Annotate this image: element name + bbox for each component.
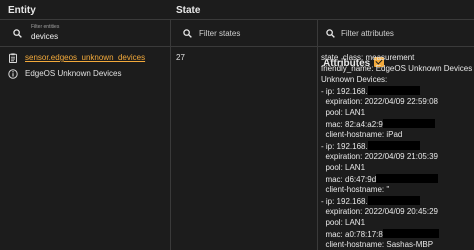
redaction-bar bbox=[367, 141, 420, 150]
attribute-line: client-hostname: '' bbox=[321, 185, 390, 194]
redaction-bar bbox=[367, 196, 420, 205]
attribute-line: - ip: 192.168. bbox=[321, 141, 420, 151]
column-divider bbox=[317, 20, 318, 250]
attribute-line: client-hostname: iPad bbox=[321, 130, 403, 139]
attribute-line: mac: 82:a4:a2:9 bbox=[321, 119, 435, 129]
filter-row: Filter entities devices Filter states Fi… bbox=[0, 20, 474, 47]
attribute-line: pool: LAN1 bbox=[321, 108, 366, 117]
redaction-bar bbox=[376, 174, 439, 183]
attribute-line: expiration: 2022/04/09 21:05:39 bbox=[321, 152, 438, 161]
column-divider bbox=[170, 20, 171, 250]
attribute-line: friendly_name: EdgeOS Unknown Devices bbox=[321, 64, 473, 73]
state-value: 27 bbox=[176, 53, 185, 62]
entity-id-link[interactable]: sensor.edgeos_unknown_devices bbox=[25, 53, 145, 62]
attribute-line: pool: LAN1 bbox=[321, 163, 366, 172]
entity-filter-field[interactable]: Filter entities devices bbox=[0, 20, 170, 47]
attributes-filter-field[interactable]: Filter attributes bbox=[318, 20, 474, 47]
redaction-bar bbox=[382, 119, 435, 128]
attribute-line: state_class: measurement bbox=[321, 53, 415, 62]
table-header: Entity State Attributes bbox=[0, 0, 474, 69]
state-filter-input[interactable]: Filter states bbox=[199, 29, 240, 38]
attribute-line: client-hostname: Sashas-MBP bbox=[321, 240, 434, 249]
attribute-line: - ip: 192.168. bbox=[321, 86, 420, 96]
entity-filter-label: Filter entities bbox=[31, 24, 60, 30]
attributes-filter-input[interactable]: Filter attributes bbox=[341, 29, 394, 38]
attribute-text: mac: d6:47:9d bbox=[321, 175, 377, 184]
search-icon bbox=[183, 29, 192, 38]
redaction-bar bbox=[367, 86, 420, 95]
column-header-entity[interactable]: Entity bbox=[8, 0, 36, 20]
redaction-bar bbox=[382, 229, 439, 238]
attribute-line: mac: d6:47:9d bbox=[321, 174, 439, 184]
attribute-text: - ip: 192.168. bbox=[321, 142, 368, 151]
attribute-text: - ip: 192.168. bbox=[321, 87, 368, 96]
attribute-text: mac: a0:78:17:8 bbox=[321, 230, 383, 239]
clipboard-icon[interactable] bbox=[8, 53, 18, 64]
state-filter-field[interactable]: Filter states bbox=[171, 20, 317, 47]
entity-filter-input[interactable]: devices bbox=[31, 32, 58, 41]
attribute-text: - ip: 192.168. bbox=[321, 197, 368, 206]
search-icon bbox=[326, 29, 335, 38]
attribute-line: - ip: 192.168. bbox=[321, 196, 420, 206]
search-icon bbox=[13, 29, 22, 38]
info-icon[interactable] bbox=[8, 69, 18, 79]
attribute-text: mac: 82:a4:a2:9 bbox=[321, 120, 383, 129]
column-header-state[interactable]: State bbox=[176, 0, 200, 20]
entity-friendly-name: EdgeOS Unknown Devices bbox=[25, 69, 122, 78]
attribute-line: expiration: 2022/04/09 20:45:29 bbox=[321, 207, 438, 216]
attribute-line: expiration: 2022/04/09 22:59:08 bbox=[321, 97, 438, 106]
attribute-line: Unknown Devices: bbox=[321, 75, 388, 84]
attribute-line: pool: LAN1 bbox=[321, 218, 366, 227]
attribute-line: mac: a0:78:17:8 bbox=[321, 229, 439, 239]
